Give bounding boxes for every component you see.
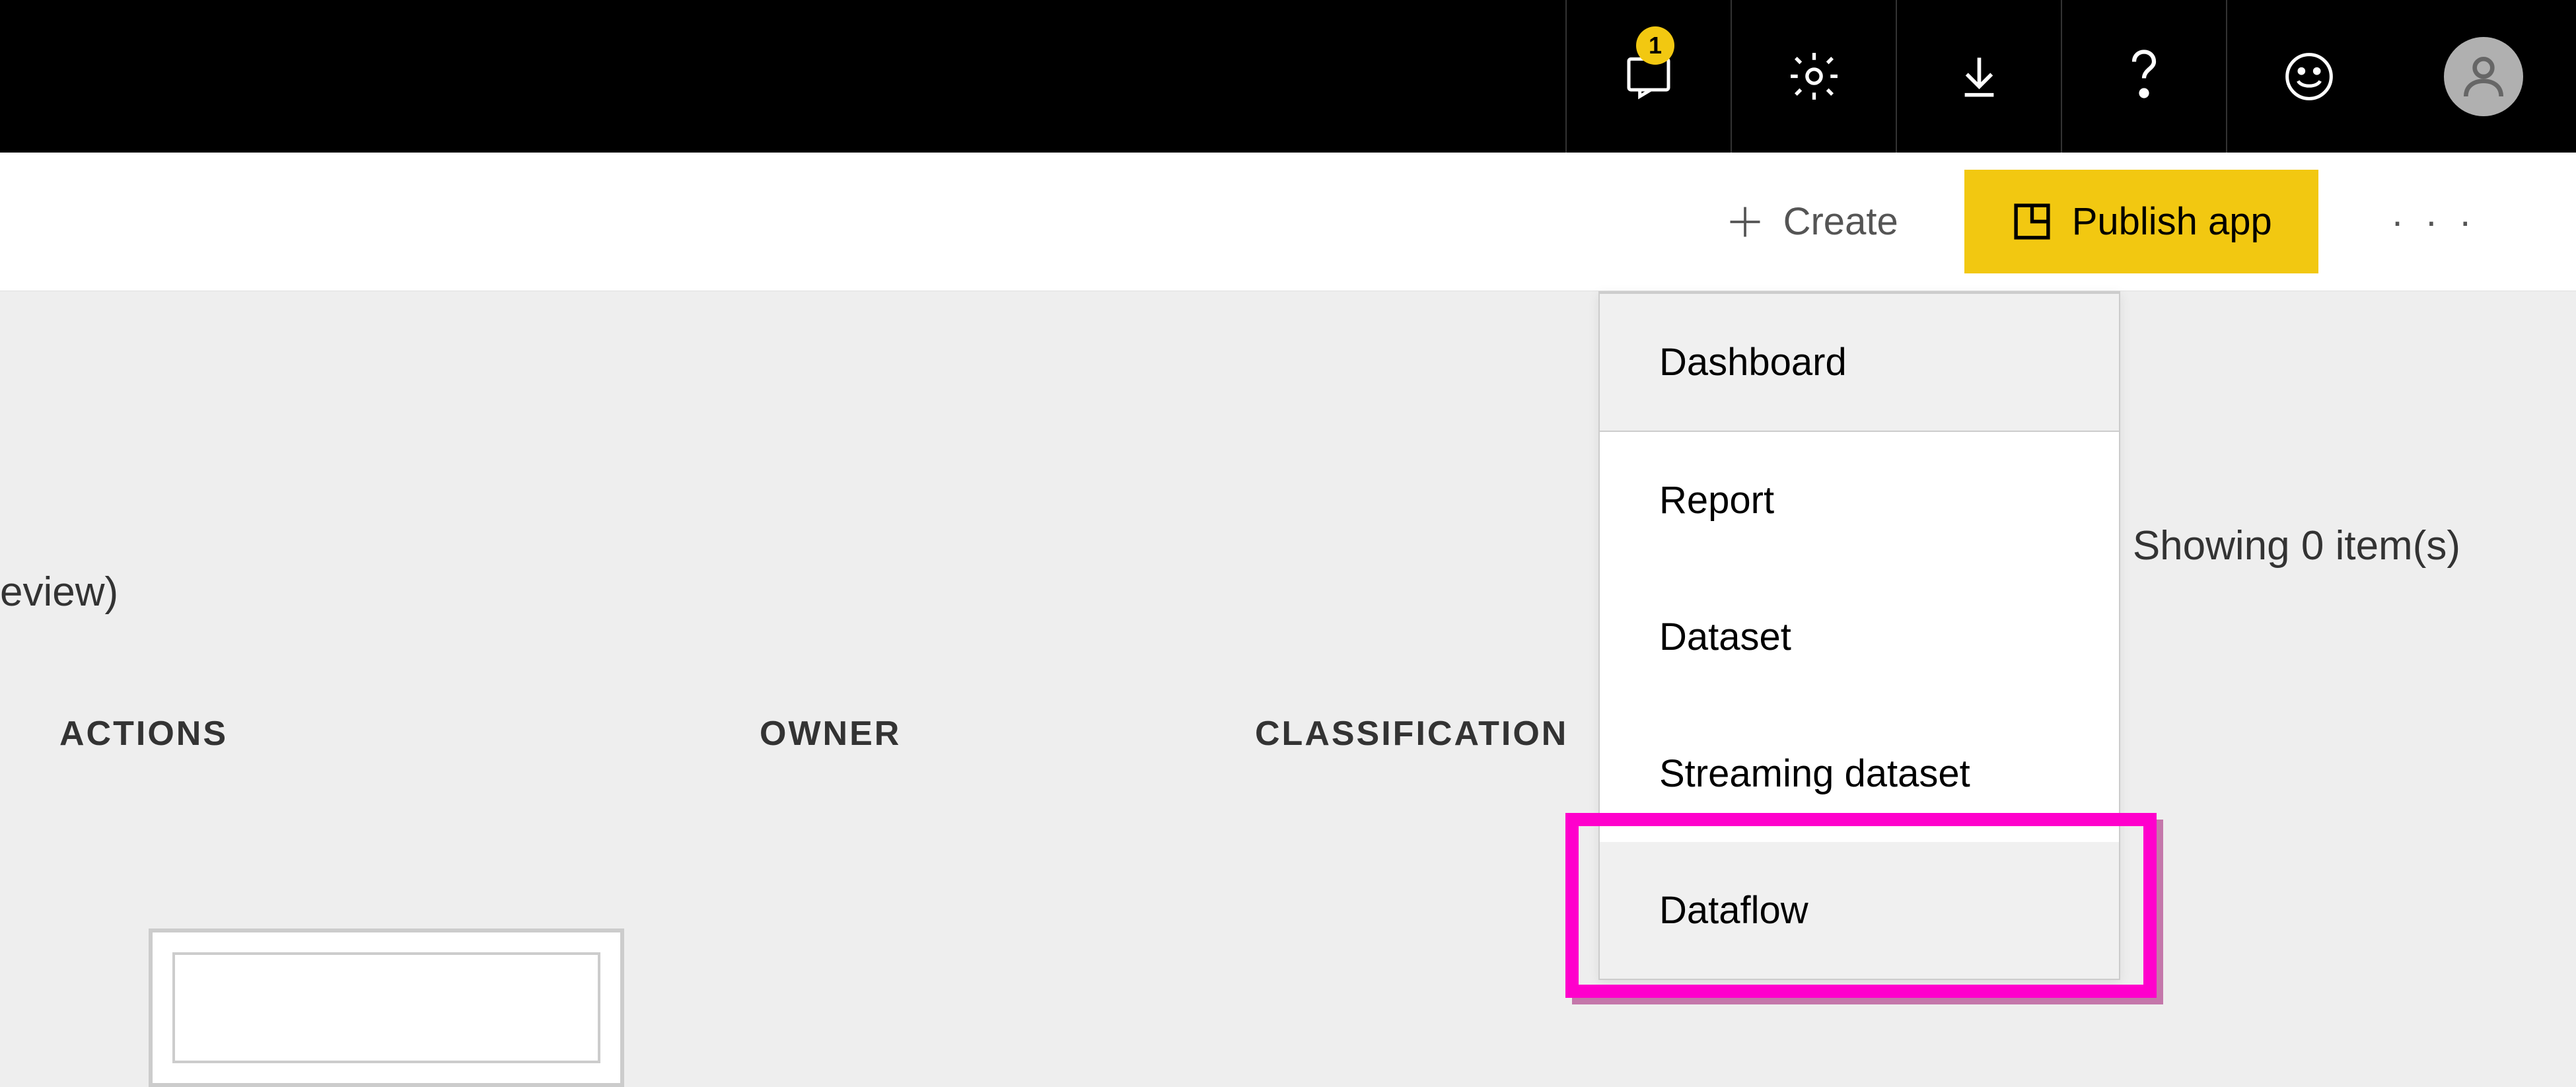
publish-label: Publish app [2072, 199, 2272, 244]
dropdown-item-report[interactable]: Report [1600, 432, 2119, 569]
create-button[interactable]: Create [1686, 173, 1938, 270]
feedback-button[interactable] [2226, 0, 2391, 153]
action-bar: Create Publish app · · · [0, 153, 2576, 291]
ellipsis-icon: · · · [2391, 200, 2477, 243]
create-label: Create [1783, 199, 1898, 244]
profile-button[interactable] [2391, 0, 2576, 153]
column-classification: CLASSIFICATION [1255, 714, 1568, 754]
notification-badge: 1 [1636, 26, 1674, 65]
help-button[interactable] [2061, 0, 2226, 153]
publish-app-button[interactable]: Publish app [1964, 170, 2318, 273]
top-nav-bar: 1 [0, 0, 2576, 153]
card-inner-frame [172, 952, 600, 1063]
download-button[interactable] [1896, 0, 2061, 153]
column-actions: ACTIONS [59, 714, 228, 754]
content-card-placeholder [149, 929, 624, 1087]
content-area: eview) Showing 0 item(s) ACTIONS OWNER C… [0, 291, 2576, 1087]
dropdown-item-dataflow[interactable]: Dataflow [1600, 842, 2119, 979]
dropdown-item-streaming-dataset[interactable]: Streaming dataset [1600, 705, 2119, 842]
app-icon [2011, 200, 2054, 243]
more-options-button[interactable]: · · · [2378, 199, 2490, 244]
column-owner: OWNER [760, 714, 901, 754]
settings-button[interactable] [1731, 0, 1896, 153]
dropdown-item-dashboard[interactable]: Dashboard [1600, 293, 2119, 432]
partial-label: eview) [0, 569, 118, 615]
item-count-label: Showing 0 item(s) [2133, 522, 2460, 569]
create-dropdown: Dashboard Report Dataset Streaming datas… [1598, 291, 2120, 980]
avatar-icon [2444, 37, 2523, 116]
plus-icon [1725, 202, 1765, 242]
notifications-button[interactable]: 1 [1565, 0, 1731, 153]
dropdown-item-dataset[interactable]: Dataset [1600, 569, 2119, 705]
